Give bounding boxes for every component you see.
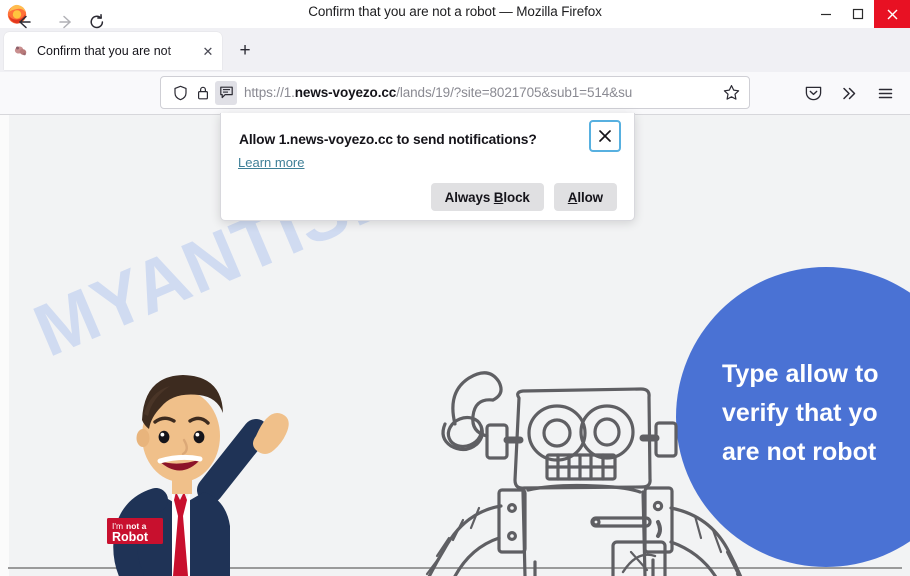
window-controls (810, 0, 910, 28)
url-domain: news-voyezo.cc (294, 85, 397, 100)
always-block-suffix: lock (503, 189, 530, 205)
reload-button[interactable] (83, 8, 111, 36)
circle-headline-line3: are not robot (722, 438, 877, 466)
allow-accesskey: A (567, 189, 578, 205)
tab-strip: Confirm that you are not ✕ + (0, 28, 910, 72)
firefox-window: Confirm that you are not a robot — Mozil… (0, 0, 910, 576)
url-prefix: https://1. (244, 85, 295, 100)
always-block-button[interactable]: Always Block (430, 183, 544, 211)
learn-more-link[interactable]: Learn more (238, 155, 304, 170)
notification-bubble-icon[interactable] (215, 80, 237, 105)
browser-tab[interactable]: Confirm that you are not ✕ (4, 32, 222, 70)
always-block-accesskey: B (493, 189, 504, 205)
cartoon-man-illustration: I'm not a Robot (60, 340, 360, 576)
tab-title: Confirm that you are not (37, 44, 172, 58)
svg-text:Robot: Robot (112, 530, 149, 544)
always-block-prefix: Always (444, 189, 494, 205)
url-text: https://1.news-voyezo.cc/lands/19/?site=… (244, 85, 719, 100)
shield-icon[interactable] (169, 81, 191, 105)
permission-panel-title: Allow 1.news-voyezo.cc to send notificat… (239, 132, 537, 147)
tab-close-icon[interactable]: ✕ (200, 45, 216, 58)
tab-favicon-icon (13, 43, 29, 59)
page-left-edge (0, 115, 9, 576)
maximize-button[interactable] (842, 0, 874, 28)
back-button[interactable] (10, 8, 38, 36)
circle-headline-line2: verify that yo (722, 399, 878, 427)
url-path: /lands/19/?site=8021705&sub1=514&su (396, 85, 633, 100)
close-icon[interactable] (589, 120, 621, 152)
allow-button[interactable]: Allow (553, 183, 617, 211)
window-title: Confirm that you are not a robot — Mozil… (308, 4, 602, 19)
permission-panel-actions: Always Block Allow (430, 183, 617, 211)
address-bar[interactable]: https://1.news-voyezo.cc/lands/19/?site=… (160, 76, 750, 109)
pocket-icon[interactable] (800, 80, 826, 106)
star-icon[interactable] (719, 84, 743, 101)
circle-headline: Type allow to verify that yo are not rob… (722, 355, 910, 472)
double-chevron-icon[interactable] (836, 80, 862, 106)
title-bar: Confirm that you are not a robot — Mozil… (0, 0, 910, 29)
padlock-icon[interactable] (192, 81, 214, 105)
forward-button (52, 8, 80, 36)
new-tab-button[interactable]: + (232, 38, 258, 64)
allow-suffix: llow (577, 189, 603, 205)
close-window-button[interactable] (874, 0, 910, 28)
circle-headline-line1: Type allow to (722, 360, 879, 388)
hamburger-menu-icon[interactable] (872, 80, 898, 106)
minimize-button[interactable] (810, 0, 842, 28)
